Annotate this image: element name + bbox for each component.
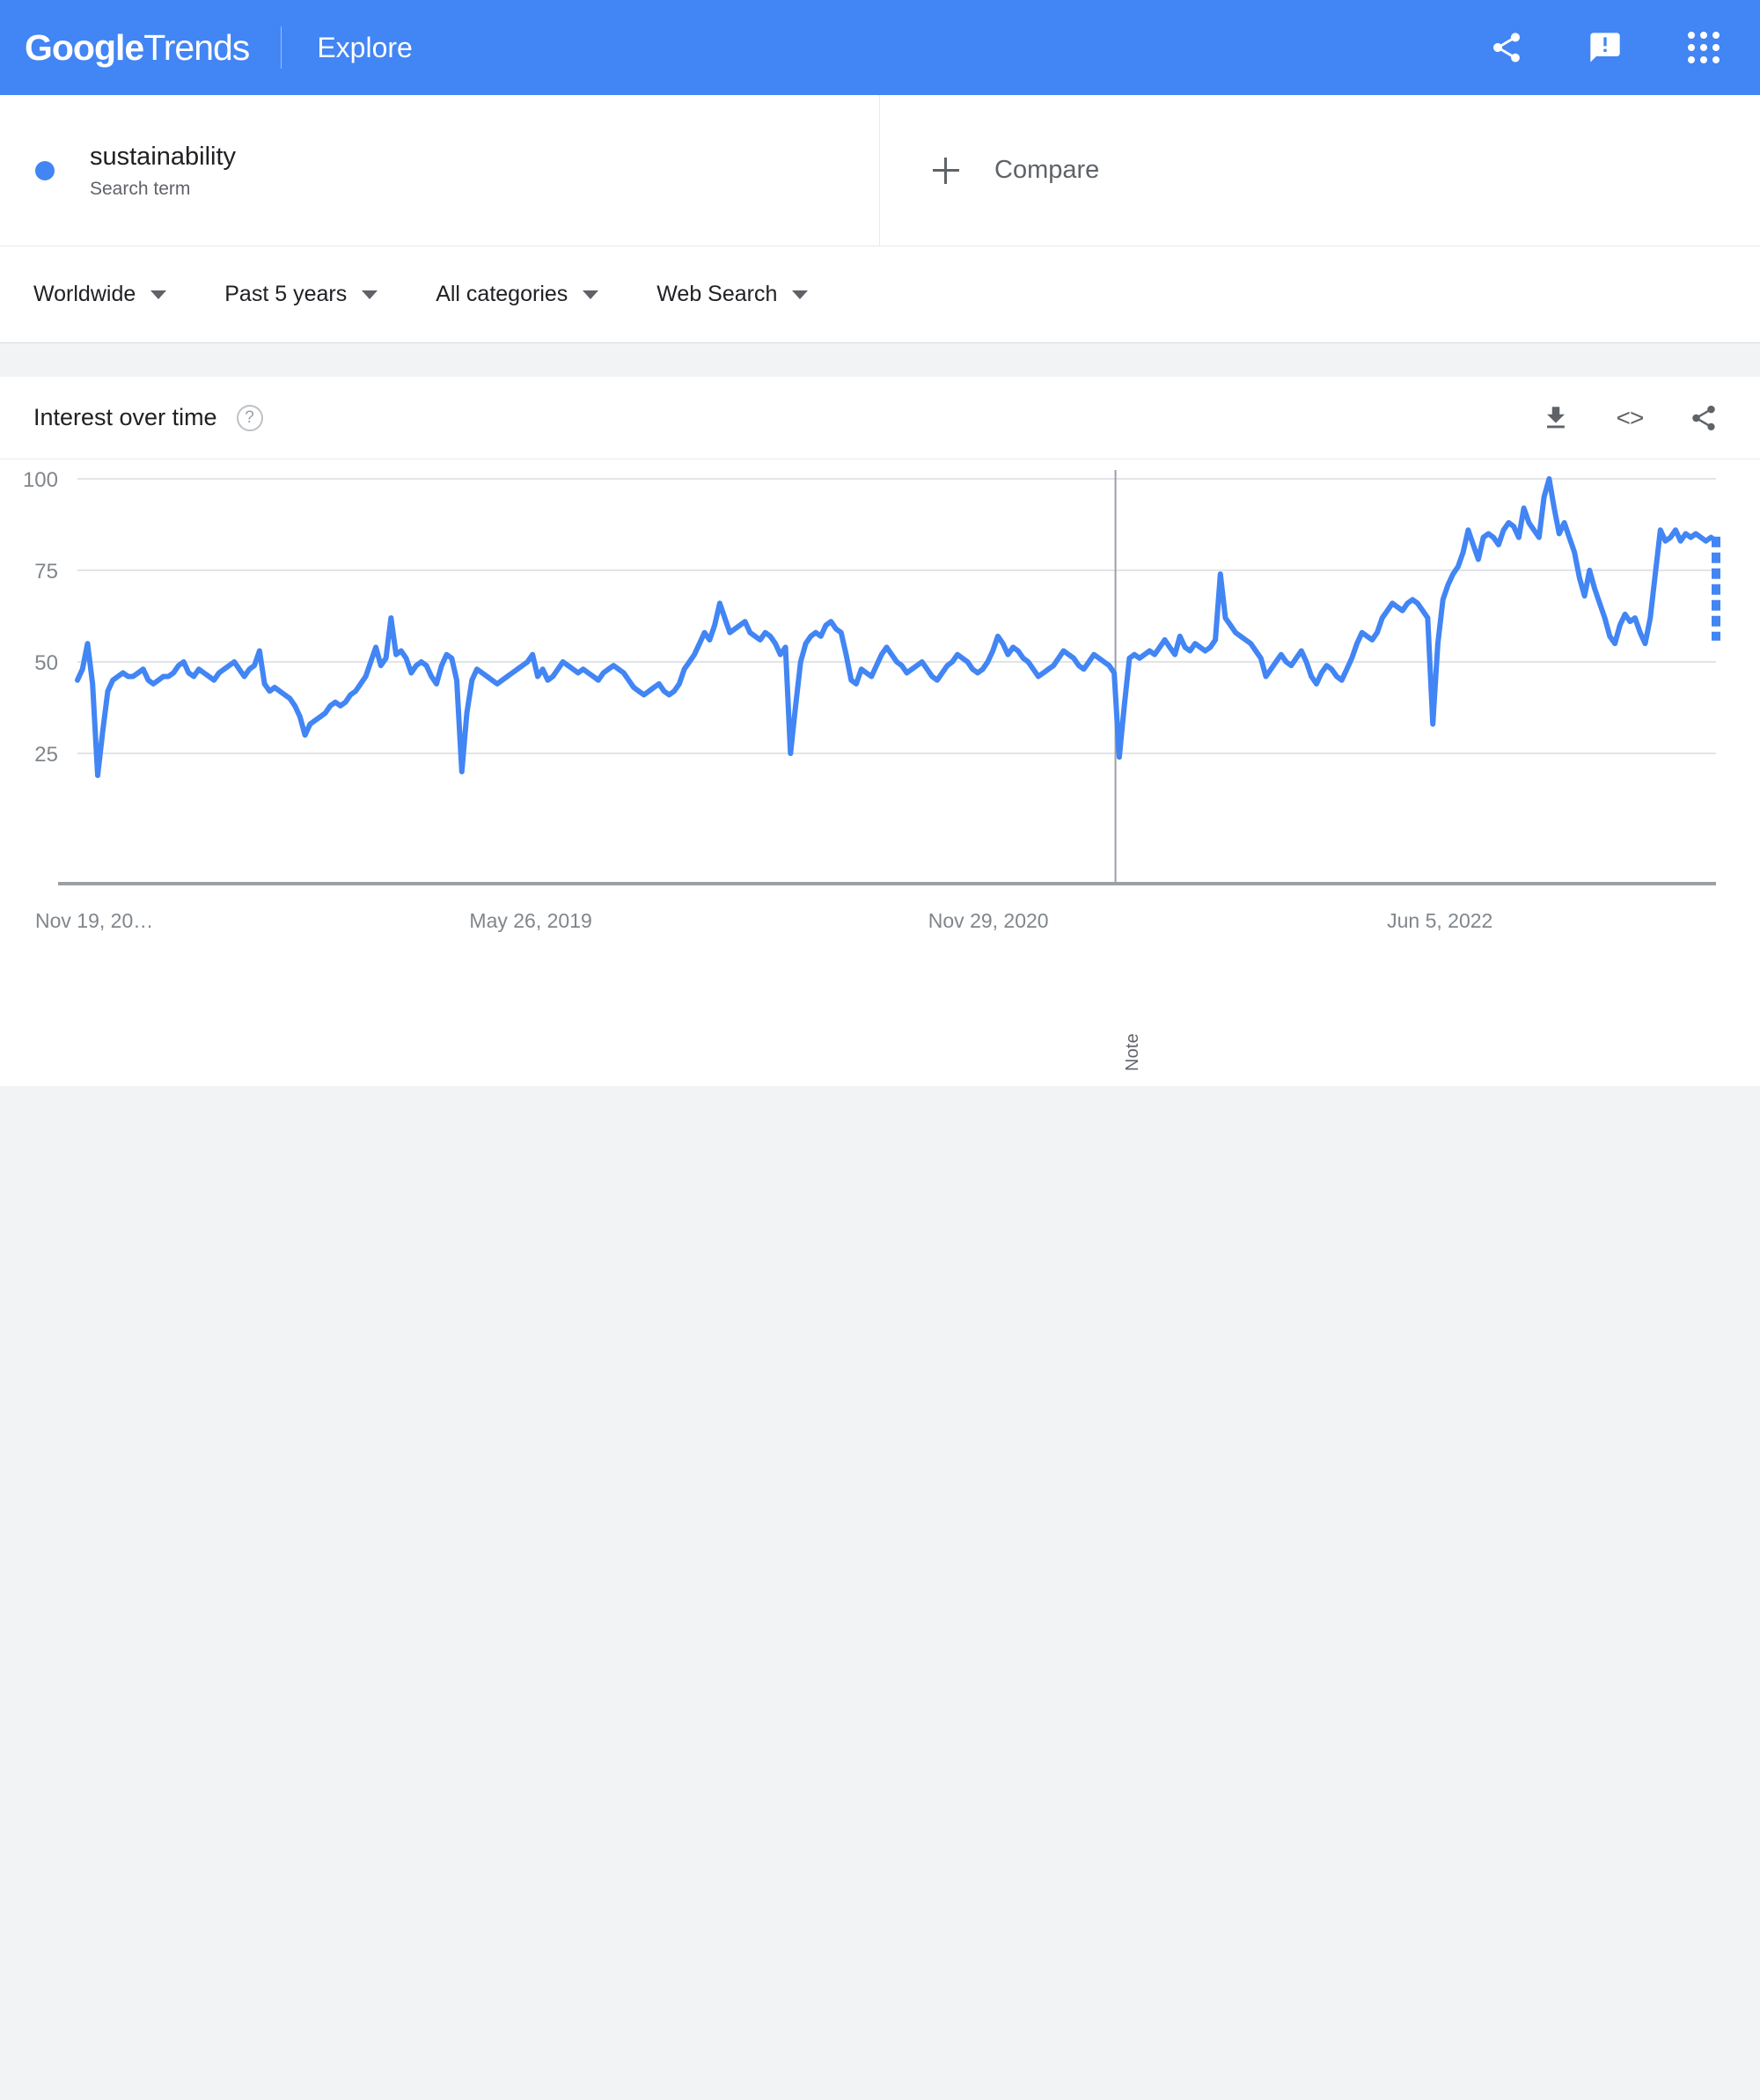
y-axis-tick-label: 100 — [23, 468, 58, 492]
apps-dot — [1712, 32, 1720, 39]
y-axis-tick-label: 75 — [34, 560, 58, 584]
apps-grid-icon[interactable] — [1684, 28, 1723, 67]
compare-button[interactable]: Compare — [880, 95, 1760, 246]
compare-label: Compare — [994, 156, 1099, 185]
apps-dot — [1700, 32, 1707, 39]
logo-trends-text: Trends — [143, 27, 249, 68]
download-icon[interactable] — [1538, 400, 1573, 436]
filter-time-range[interactable]: Past 5 years — [224, 282, 378, 307]
chevron-down-icon — [150, 290, 166, 299]
brand[interactable]: GoogleTrends Explore — [25, 26, 413, 69]
filter-bar: Worldwide Past 5 years All categories We… — [0, 246, 1760, 343]
apps-dot — [1688, 44, 1695, 51]
embed-icon[interactable]: <> — [1612, 400, 1647, 436]
filter-search-type[interactable]: Web Search — [656, 282, 808, 307]
search-term-value: sustainability — [90, 141, 236, 173]
x-axis-tick-label: Nov 29, 2020 — [928, 909, 1049, 932]
explore-title: Explore — [317, 32, 413, 64]
search-term-card[interactable]: sustainability Search term — [0, 95, 880, 246]
chevron-down-icon — [362, 290, 378, 299]
page-title: Interest over time — [33, 404, 217, 431]
embed-glyph: <> — [1617, 404, 1644, 432]
chart-plot-area[interactable]: 100 75 50 25 Nov 19, 20… May 26, 2019 Nov 29, … — [0, 459, 1760, 952]
app-header: GoogleTrends Explore — [0, 0, 1760, 95]
apps-dot — [1712, 56, 1720, 63]
share-icon[interactable] — [1686, 400, 1721, 436]
y-axis-tick-label: 50 — [34, 651, 58, 675]
interest-over-time-chart[interactable]: 100 75 50 25 Nov 19, 20… May 26, 2019 Nov 29, … — [0, 459, 1760, 952]
feedback-icon[interactable] — [1586, 28, 1624, 67]
filter-time-range-label: Past 5 years — [224, 282, 347, 307]
interest-over-time-card: Interest over time ? <> 100 75 50 25 Nov 19,… — [0, 377, 1760, 1081]
search-term-type: Search term — [90, 179, 236, 200]
chart-toolbar: <> — [1538, 400, 1721, 436]
apps-dot — [1688, 32, 1695, 39]
share-icon[interactable] — [1487, 28, 1526, 67]
filter-location[interactable]: Worldwide — [33, 282, 166, 307]
note-annotation-label[interactable]: Note — [1123, 1033, 1143, 1071]
filter-location-label: Worldwide — [33, 282, 136, 307]
header-divider — [281, 26, 282, 69]
page-background-tail — [0, 1086, 1760, 2100]
chart-header: Interest over time ? <> — [0, 377, 1760, 459]
apps-grid-dots — [1688, 32, 1720, 63]
section-gap — [0, 343, 1760, 377]
plus-icon — [933, 158, 959, 184]
apps-dot — [1700, 44, 1707, 51]
chevron-down-icon — [583, 290, 598, 299]
x-axis-tick-label: Nov 19, 20… — [35, 909, 153, 932]
trend-line[interactable] — [77, 479, 1716, 775]
x-axis-tick-label: May 26, 2019 — [469, 909, 591, 932]
query-bar: sustainability Search term Compare — [0, 95, 1760, 246]
google-trends-logo: GoogleTrends — [25, 27, 249, 69]
apps-dot — [1700, 56, 1707, 63]
search-term-text: sustainability Search term — [90, 141, 236, 200]
apps-dot — [1688, 56, 1695, 63]
chevron-down-icon — [792, 290, 808, 299]
header-actions — [1487, 28, 1735, 67]
y-axis-tick-label: 25 — [34, 743, 58, 767]
apps-dot — [1712, 44, 1720, 51]
filter-category-label: All categories — [436, 282, 568, 307]
series-color-dot — [35, 161, 55, 180]
x-axis-tick-label: Jun 5, 2022 — [1387, 909, 1492, 932]
filter-search-type-label: Web Search — [656, 282, 777, 307]
logo-google-text: Google — [25, 27, 143, 68]
filter-category[interactable]: All categories — [436, 282, 598, 307]
help-icon[interactable]: ? — [237, 405, 263, 431]
